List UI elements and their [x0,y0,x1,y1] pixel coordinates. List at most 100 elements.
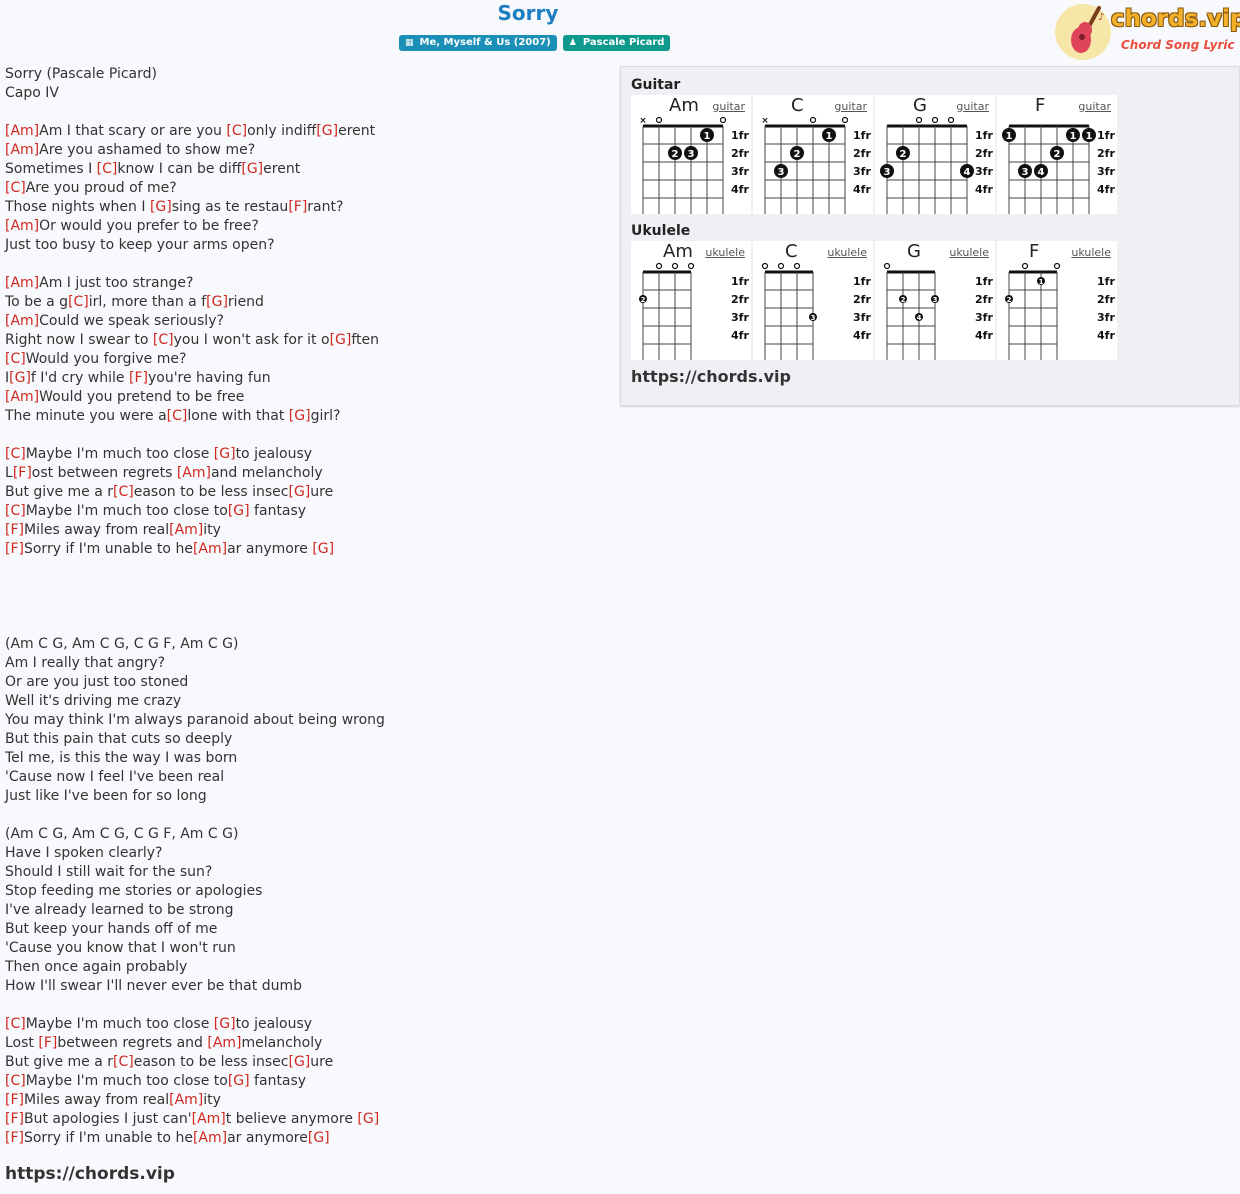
chord-marker[interactable]: [F] [5,1130,24,1146]
chord-marker[interactable]: [C] [167,408,188,424]
chord-marker[interactable]: [G] [330,332,352,348]
guitar-chord-am[interactable]: × 1 2 3 1fr 2fr 3fr 4fr Am guitar [631,95,751,214]
chord-marker[interactable]: [G] [288,1054,310,1070]
chord-marker[interactable]: [F] [288,199,307,215]
chord-marker[interactable]: [F] [38,1035,57,1051]
chord-marker[interactable]: [C] [113,484,134,500]
chord-instrument-link[interactable]: ukulele [949,246,989,259]
chord-instrument-link[interactable]: guitar [712,100,745,113]
chord-marker[interactable]: [C] [5,503,26,519]
chord-instrument-link[interactable]: ukulele [827,246,867,259]
artist-badge[interactable]: ♟ Pascale Picard [562,35,671,51]
fret-label: 4fr [975,183,993,196]
logo-tagline: Chord Song Lyric [1121,38,1235,52]
lyric-line: [F]But apologies I just can'[Am]t believ… [5,1110,605,1129]
fret-label: 1fr [731,129,749,142]
chord-marker[interactable]: [C] [5,180,26,196]
chord-marker[interactable]: [G] [289,408,311,424]
finger-number: 1 [1070,131,1077,142]
fret-label: 2fr [731,293,749,306]
chord-marker[interactable]: [C] [5,1016,26,1032]
chord-marker[interactable]: [Am] [169,1092,203,1108]
chord-marker[interactable]: [G] [228,1073,250,1089]
footer-url[interactable]: https://chords.vip [5,1164,175,1184]
chord-marker[interactable]: [Am] [169,522,203,538]
lyric-line: [C]Maybe I'm much too close [G]to jealou… [5,445,605,464]
lyric-text: melancholy [241,1035,323,1051]
lyric-text: only indiff [247,123,317,139]
chord-marker[interactable]: [G] [150,199,172,215]
finger-number: 1 [826,131,833,142]
lyric-text: erent [338,123,376,139]
chord-marker[interactable]: [F] [129,370,148,386]
finger-number: 3 [688,149,695,160]
panel-url[interactable]: https://chords.vip [631,367,791,386]
chord-marker[interactable]: [C] [5,446,26,462]
lyric-line: (Am C G, Am C G, C G F, Am C G) [5,825,605,844]
chord-marker[interactable]: [G] [228,503,250,519]
lyric-text: eason to be less insec [133,484,289,500]
album-badge[interactable]: ▦ Me, Myself & Us (2007) [399,35,557,51]
chord-marker[interactable]: [G] [241,161,263,177]
lyric-line: Just like I've been for so long [5,787,605,806]
chord-marker[interactable]: [G] [9,370,31,386]
chord-marker[interactable]: [C] [153,332,174,348]
chord-marker[interactable]: [Am] [5,123,39,139]
chord-marker[interactable]: [F] [13,465,32,481]
ukulele-chord-c[interactable]: 3 1fr 2fr 3fr 4fr Cukulele [753,241,873,360]
chord-marker[interactable]: [G] [288,484,310,500]
site-logo[interactable]: ♪ chords.vip Chord Song Lyric [1053,2,1240,62]
lyric-line: Sorry (Pascale Picard) [5,65,605,84]
chord-instrument-link[interactable]: guitar [834,100,867,113]
chord-marker[interactable]: [Am] [207,1035,241,1051]
chord-marker[interactable]: [Am] [5,313,39,329]
chord-marker[interactable]: [G] [316,123,338,139]
open-string-mark [915,116,923,124]
chord-marker[interactable]: [Am] [177,465,211,481]
guitar-chord-f[interactable]: 1 1 1 2 3 4 1fr 2fr 3fr 4fr Fguitar [997,95,1117,214]
finger-number: 2 [1054,149,1061,160]
lyric-text: Maybe I'm much too close [25,1016,214,1032]
chord-marker[interactable]: [C] [113,1054,134,1070]
lyric-text: Miles away from real [23,522,170,538]
chord-instrument-link[interactable]: ukulele [1071,246,1111,259]
chord-marker[interactable]: [Am] [193,541,227,557]
chord-marker[interactable]: [G] [308,1130,330,1146]
chord-marker[interactable]: [Am] [5,275,39,291]
chord-marker[interactable]: [G] [214,1016,236,1032]
chord-marker[interactable]: [C] [68,294,89,310]
chord-marker[interactable]: [C] [97,161,118,177]
chord-marker[interactable]: [G] [312,541,334,557]
chord-marker[interactable]: [F] [5,522,24,538]
chord-marker[interactable]: [C] [5,351,26,367]
chord-marker[interactable]: [F] [5,1092,24,1108]
chord-instrument-link[interactable]: guitar [1078,100,1111,113]
lyric-line: But keep your hands off of me [5,920,605,939]
chord-marker[interactable]: [F] [5,1111,24,1127]
chord-marker[interactable]: [C] [5,1073,26,1089]
chord-instrument-link[interactable]: ukulele [705,246,745,259]
chord-marker[interactable]: [Am] [193,1130,227,1146]
lyric-text: Maybe I'm much too close [25,446,214,462]
lyric-line [5,559,605,578]
guitar-chord-c[interactable]: × 1 2 3 1fr 2fr 3fr 4fr Cguitar [753,95,873,214]
ukulele-chord-f[interactable]: 2 1 1fr 2fr 3fr 4fr Fukulele [997,241,1117,360]
chord-marker[interactable]: [G] [206,294,228,310]
lyric-line: L[F]ost between regrets [Am]and melancho… [5,464,605,483]
guitar-chord-g[interactable]: 2 3 4 1fr 2fr 3fr 4fr Gguitar [875,95,995,214]
chord-name: F [1035,95,1046,116]
chord-marker[interactable]: [Am] [5,389,39,405]
finger-number: 3 [884,167,891,178]
chord-marker[interactable]: [G] [357,1111,379,1127]
chord-marker[interactable]: [G] [214,446,236,462]
lyric-text: to jealousy [235,1016,313,1032]
chord-instrument-link[interactable]: guitar [956,100,989,113]
ukulele-chord-am[interactable]: 2 1fr 2fr 3fr 4fr Am ukulele [631,241,751,360]
chord-marker[interactable]: [C] [226,123,247,139]
chord-marker[interactable]: [Am] [5,142,39,158]
chord-marker[interactable]: [F] [5,541,24,557]
chord-marker[interactable]: [Am] [5,218,39,234]
ukulele-chord-g[interactable]: 2 3 4 1fr 2fr 3fr 4fr Gukulele [875,241,995,360]
lyric-text: Sometimes I [5,161,97,177]
chord-marker[interactable]: [Am] [192,1111,226,1127]
